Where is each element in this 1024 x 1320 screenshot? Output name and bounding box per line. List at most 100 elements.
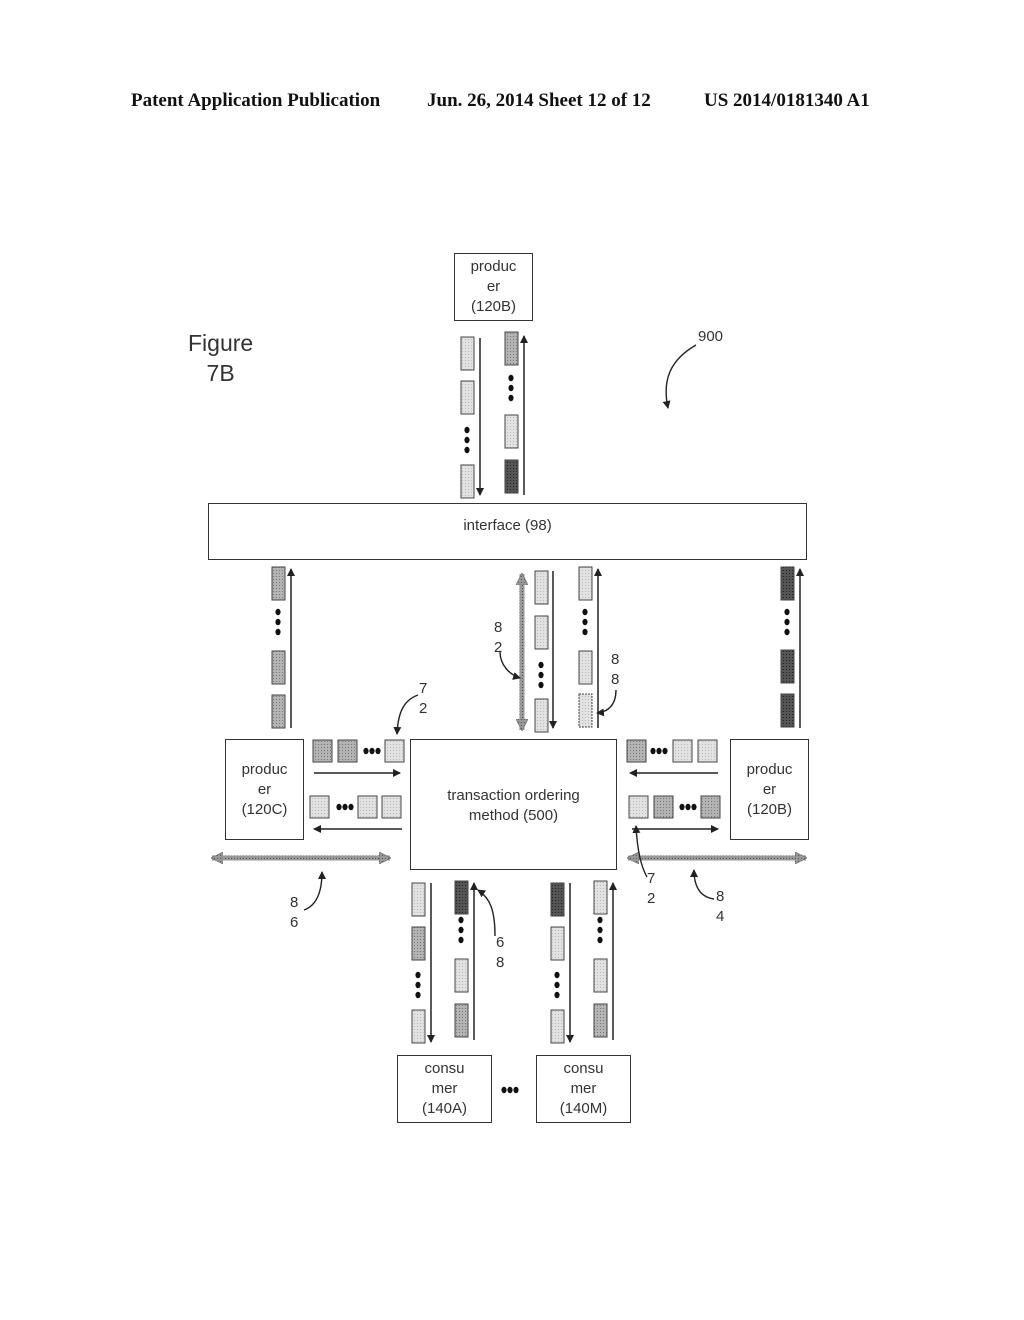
callout-88-a: 8 (611, 651, 620, 668)
ellipsis-dot (507, 1086, 513, 1094)
callout-68-b: 8 (496, 954, 505, 971)
transaction-packet (628, 795, 649, 819)
interface-box: interface (98) (208, 503, 807, 560)
transaction-packet (309, 795, 330, 819)
ellipsis-dot (538, 681, 544, 689)
ellipsis-dot (513, 1086, 519, 1094)
consumer-140a-box: consu mer (140A) (397, 1055, 492, 1123)
transaction-packet (454, 880, 469, 915)
callout-86-a: 8 (290, 894, 299, 911)
consumer-140m-box: consu mer (140M) (536, 1055, 631, 1123)
transaction-packet (411, 882, 426, 917)
ellipsis-dot (650, 747, 656, 755)
diagram-canvas (0, 331, 1024, 1094)
ellipsis-dot (275, 628, 281, 636)
ellipsis-dot (656, 747, 662, 755)
transaction-packet (504, 459, 519, 494)
ellipsis-dot (458, 936, 464, 944)
method-line2: method (500) (468, 807, 559, 824)
transaction-packet (357, 795, 378, 819)
producer-120c-box: produc er (120C) (225, 739, 304, 840)
producer-left-line2: er (257, 780, 272, 798)
transaction-packet (534, 570, 549, 605)
consumer-a-line3: (140A) (421, 1100, 468, 1117)
callout-leader (632, 825, 648, 878)
transaction-packet (780, 693, 795, 728)
consumer-m-line2: mer (570, 1080, 597, 1097)
producer-top-line2: er (486, 278, 501, 295)
transaction-packet (454, 1003, 469, 1038)
ellipsis-dot (275, 618, 281, 626)
callout-72-right-b: 2 (647, 890, 656, 907)
transaction-packet (384, 739, 405, 763)
ellipsis-dot (415, 971, 421, 979)
transaction-packet (780, 566, 795, 601)
callout-84: 84 (716, 887, 724, 927)
transaction-packet (534, 615, 549, 650)
transaction-packet (504, 331, 519, 366)
ellipsis-dot (458, 916, 464, 924)
producer-120b-right-box: produc er (120B) (730, 739, 809, 840)
ellipsis-dot (597, 926, 603, 934)
callout-88-b: 8 (611, 671, 620, 688)
packet-group (271, 331, 795, 1044)
ellipsis-dot (784, 628, 790, 636)
interface-label: interface (98) (463, 517, 552, 534)
transaction-packet (672, 739, 693, 763)
callout-leader (690, 869, 715, 900)
ellipsis-dot (275, 608, 281, 616)
transaction-packet (337, 739, 358, 763)
transaction-packet (780, 649, 795, 684)
consumer-a-line2: mer (431, 1080, 458, 1097)
ellipsis-dot (458, 926, 464, 934)
method-line1: transaction ordering (447, 787, 580, 804)
ellipsis-dot (464, 426, 470, 434)
ellipsis-dot (342, 803, 348, 811)
transaction-packet (653, 795, 674, 819)
producer-right-line1: produc (746, 760, 793, 778)
ellipsis-dot (369, 747, 375, 755)
transaction-packet (460, 380, 475, 415)
ellipsis-dot (784, 618, 790, 626)
transaction-packet (593, 1003, 608, 1038)
ellipsis-dot (554, 981, 560, 989)
ellipsis-dot (582, 628, 588, 636)
callout-leader (596, 689, 617, 717)
transaction-packet (697, 739, 718, 763)
transaction-ordering-method-box: transaction ordering method (500) (410, 739, 617, 870)
callout-82-b: 2 (494, 639, 503, 656)
producer-top-line3: (120B) (470, 298, 517, 315)
transaction-packet (271, 566, 286, 601)
ellipsis-dot (501, 1086, 507, 1094)
ellipsis-group (275, 374, 790, 1094)
ellipsis-dot (582, 608, 588, 616)
callout-leader (499, 651, 521, 680)
callout-86-b: 6 (290, 914, 299, 931)
ellipsis-dot (464, 436, 470, 444)
ellipsis-dot (691, 803, 697, 811)
producer-120b-top-box: produc er (120B) (454, 253, 533, 321)
producer-left-line1: produc (241, 760, 288, 778)
transaction-packet (460, 336, 475, 371)
transaction-packet (593, 958, 608, 993)
transaction-packet (411, 1009, 426, 1044)
callout-82-a: 8 (494, 619, 503, 636)
producer-left-line3: (120C) (241, 800, 288, 818)
ellipsis-dot (784, 608, 790, 616)
transaction-packet (411, 926, 426, 961)
callout-82: 82 (494, 618, 502, 658)
transaction-packet (381, 795, 402, 819)
callout-86: 86 (290, 893, 298, 933)
ellipsis-dot (348, 803, 354, 811)
producer-right-line2: er (762, 780, 777, 798)
ellipsis-dot (415, 981, 421, 989)
ellipsis-dot (375, 747, 381, 755)
callout-68: 68 (496, 933, 504, 973)
callout-84-a: 8 (716, 888, 725, 905)
ellipsis-dot (554, 971, 560, 979)
callout-72-left: 72 (419, 679, 427, 719)
ellipsis-dot (554, 991, 560, 999)
transaction-packet (550, 926, 565, 961)
consumer-a-line1: consu (424, 1060, 465, 1077)
transaction-packet (550, 1009, 565, 1044)
